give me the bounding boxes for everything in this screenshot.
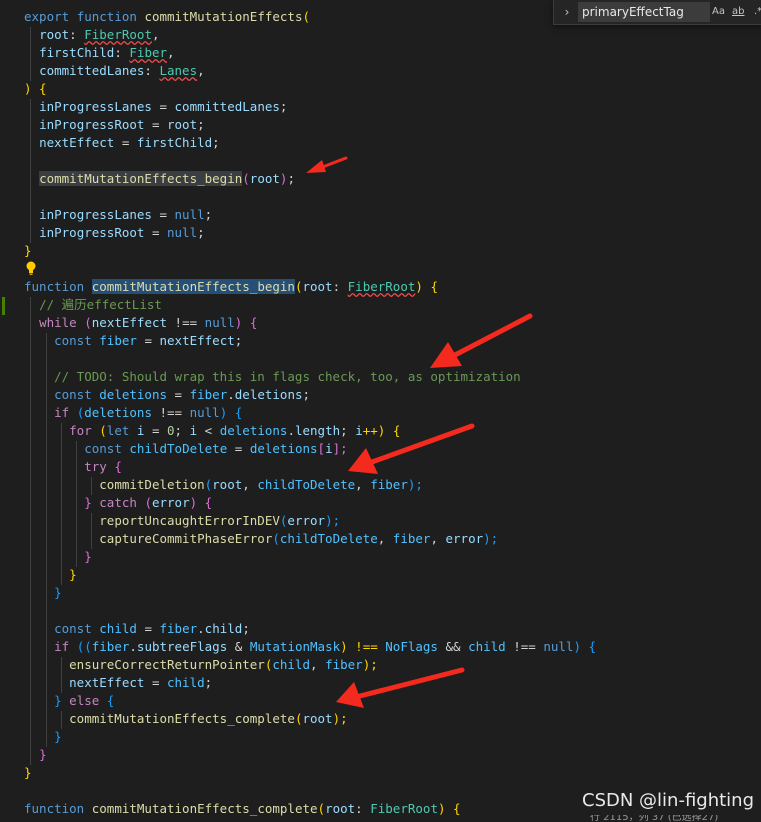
annotation-arrows [306, 156, 533, 708]
annotation-arrow [430, 313, 533, 368]
status-bar-fragment: 行 2115，列 37 (已选择27) [590, 815, 719, 822]
annotation-arrow [306, 156, 348, 173]
annotation-arrow [348, 423, 475, 474]
watermark: CSDN @lin-fighting [582, 790, 755, 811]
annotation-arrow [336, 667, 465, 708]
